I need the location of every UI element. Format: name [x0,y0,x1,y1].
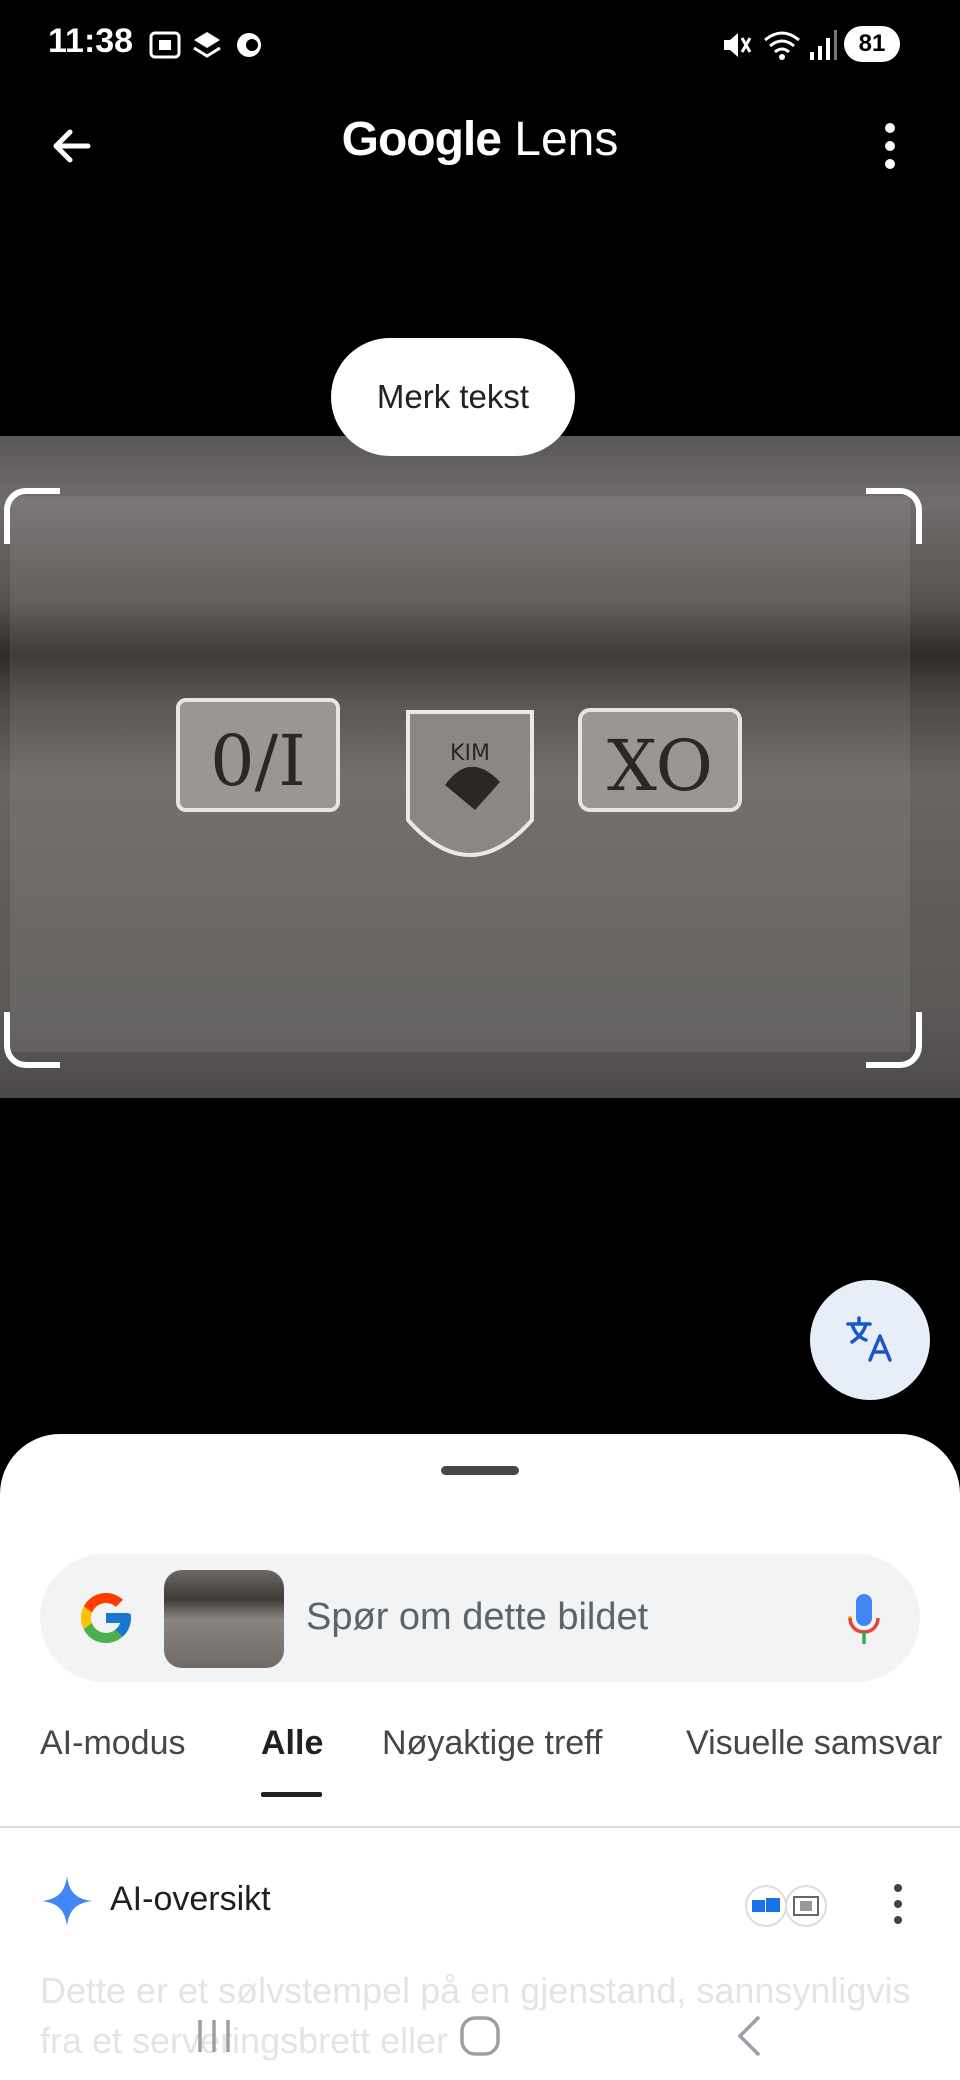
battery-indicator: 81 [844,26,900,62]
sheet-drag-handle[interactable] [441,1466,519,1475]
tabs-divider [0,1826,960,1828]
sync-icon [237,33,261,57]
hallmark-stamps-image: 0/I KIM XO [176,698,742,857]
crop-corner-bottom-right[interactable] [866,1012,922,1068]
recents-icon[interactable] [184,2006,244,2066]
search-bar[interactable]: Spør om dette bildet [40,1554,920,1682]
status-time: 11:38 [48,22,134,60]
sparkle-icon [42,1876,92,1926]
app-title: Google Lens [0,112,960,167]
crop-corner-top-right[interactable] [866,488,922,544]
tab-exact-matches[interactable]: Nøyaktige treff [382,1724,602,1763]
app-title-product: Lens [514,113,619,166]
screenshot-icon [149,31,181,59]
mute-icon [724,33,752,57]
status-bar: 11:38 81 [0,0,960,90]
crop-corner-top-left[interactable] [4,488,60,544]
app-notification-icon [193,32,221,58]
hallmark-right-text: XO [607,725,713,807]
results-tabs: AI-modus Alle Nøyaktige treff Visuelle s… [0,1724,960,1804]
app-title-brand: Google [341,113,502,166]
hallmark-left-text: 0/I [210,720,306,802]
query-image-thumbnail[interactable] [164,1570,284,1668]
mic-icon[interactable] [844,1590,884,1650]
translate-button[interactable] [810,1280,930,1400]
wifi-icon [764,31,800,60]
ai-overview-more-button[interactable] [890,1882,906,1926]
select-text-button[interactable]: Merk tekst [331,338,575,456]
search-input[interactable]: Spør om dette bildet [306,1596,648,1639]
tab-ai-mode[interactable]: AI-modus [40,1724,186,1763]
source-favicons[interactable] [744,1884,834,1928]
tab-visual-matches[interactable]: Visuelle samsvar [686,1724,942,1763]
system-nav-bar [0,1990,960,2080]
ai-overview-header[interactable]: AI-oversikt [0,1854,960,1934]
more-options-button[interactable] [880,120,900,172]
google-g-icon [81,1593,131,1643]
results-bottom-sheet[interactable]: Spør om dette bildet AI-modus Alle Nøyak… [0,1434,960,2080]
ai-overview-title: AI-oversikt [110,1880,271,1918]
home-icon[interactable] [450,2006,510,2066]
translate-icon [846,1316,892,1362]
hallmark-center-text: KIM [450,741,490,766]
back-nav-icon[interactable] [720,2006,780,2066]
tab-all[interactable]: Alle [261,1724,323,1763]
signal-icon [810,30,837,60]
active-tab-indicator [261,1792,322,1797]
crop-corner-bottom-left[interactable] [4,1012,60,1068]
